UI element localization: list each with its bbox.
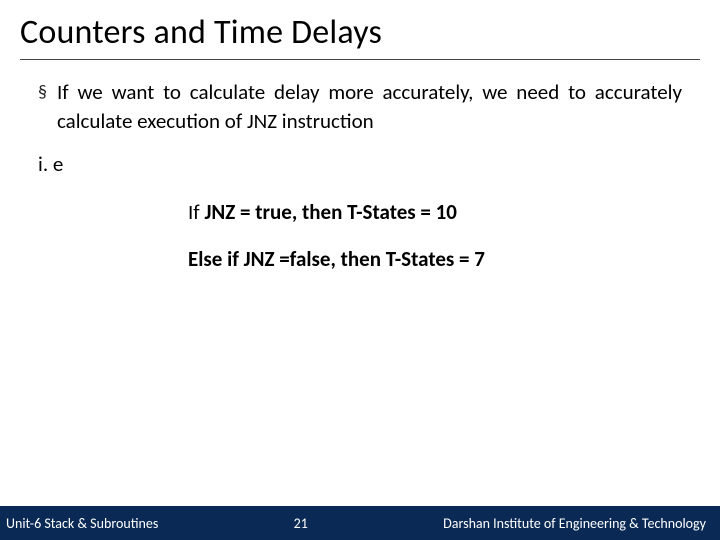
slide-title: Counters and Time Delays — [20, 12, 700, 60]
bullet-marker-icon: § — [38, 78, 47, 137]
condition-false: Else if JNZ =false, then T-States = 7 — [188, 246, 682, 273]
cond-false-mid: JNZ =false — [244, 246, 331, 272]
bullet-item: § If we want to calculate delay more acc… — [38, 78, 682, 137]
ie-label: i. e — [38, 151, 682, 177]
footer: Unit-6 Stack & Subroutines 21 Darshan In… — [0, 506, 720, 540]
footer-right: Darshan Institute of Engineering & Techn… — [443, 515, 706, 532]
bullet-text: If we want to calculate delay more accur… — [57, 78, 682, 137]
condition-true: If JNZ = true, then T-States = 10 — [188, 199, 682, 226]
cond-true-prefix: If — [188, 199, 204, 225]
footer-left: Unit-6 Stack & Subroutines — [4, 515, 158, 532]
footer-page-number: 21 — [294, 515, 308, 532]
cond-true-mid: JNZ = true — [204, 199, 291, 225]
cond-false-suffix: , then T-States = 7 — [330, 246, 484, 272]
cond-true-suffix: , then T-States = 10 — [292, 199, 457, 225]
cond-false-prefix: Else if — [188, 246, 244, 272]
